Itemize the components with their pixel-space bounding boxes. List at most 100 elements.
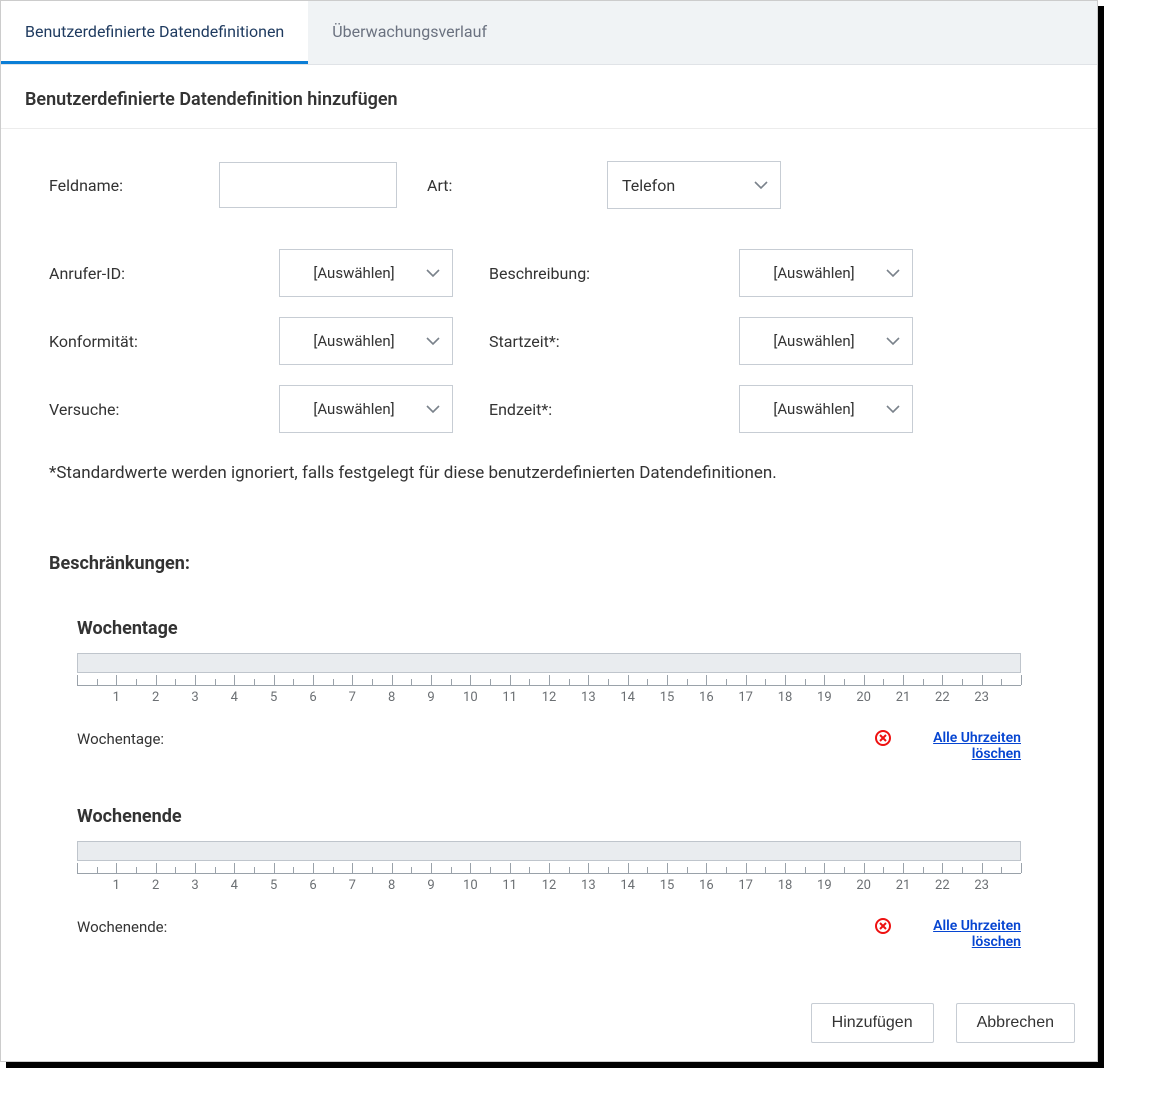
select-value: [Auswählen] (773, 332, 854, 350)
conformity-label: Konformität: (49, 332, 249, 351)
hour-label: 23 (974, 878, 989, 893)
hour-label: 6 (309, 690, 316, 705)
hour-label: 16 (699, 690, 714, 705)
hour-label: 11 (502, 690, 517, 705)
hour-label: 20 (856, 878, 871, 893)
hour-label: 2 (152, 690, 159, 705)
tab-bar: Benutzerdefinierte Datendefinitionen Übe… (1, 1, 1097, 65)
hour-label: 4 (231, 690, 238, 705)
select-value: [Auswählen] (313, 332, 394, 350)
footer-buttons: Hinzufügen Abbrechen (811, 1003, 1075, 1043)
select-value: [Auswählen] (773, 264, 854, 282)
hour-label: 13 (581, 878, 596, 893)
hour-label: 10 (463, 878, 478, 893)
weekdays-heading: Wochentage (77, 618, 1021, 639)
conformity-select[interactable]: [Auswählen] (279, 317, 453, 365)
weekend-footer-label: Wochenende: (77, 918, 167, 936)
restrictions-title: Beschränkungen: (49, 553, 1049, 574)
caller-id-label: Anrufer-ID: (49, 264, 249, 283)
weekdays-hour-labels: 1234567891011121314151617181920212223 (77, 690, 1021, 710)
hour-label: 4 (231, 878, 238, 893)
weekdays-ticks (77, 672, 1021, 686)
content-area: Benutzerdefinierte Datendefinition hinzu… (1, 65, 1097, 960)
hour-label: 10 (463, 690, 478, 705)
hour-label: 17 (738, 690, 753, 705)
type-label: Art: (427, 176, 487, 195)
hour-label: 22 (935, 878, 950, 893)
weekend-ticks (77, 860, 1021, 874)
hour-label: 12 (542, 878, 557, 893)
hour-label: 12 (542, 690, 557, 705)
weekend-heading: Wochenende (77, 806, 1021, 827)
weekdays-delete-all-link[interactable]: Alle Uhrzeiten löschen (901, 730, 1021, 762)
hour-label: 21 (896, 878, 911, 893)
fieldname-input[interactable] (219, 162, 397, 208)
weekend-hour-labels: 1234567891011121314151617181920212223 (77, 878, 1021, 898)
start-time-label: Startzeit*: (489, 332, 709, 351)
defaults-note: *Standardwerte werden ignoriert, falls f… (49, 463, 1049, 483)
tab-label: Überwachungsverlauf (332, 22, 487, 41)
type-select-value: Telefon (622, 176, 675, 195)
weekend-block: Wochenende 12345678910111213141516171819… (49, 806, 1049, 950)
weekend-track[interactable] (77, 841, 1021, 861)
select-grid: Anrufer-ID: [Auswählen] Beschreibung: [A… (49, 249, 1049, 433)
hour-label: 20 (856, 690, 871, 705)
select-value: [Auswählen] (313, 400, 394, 418)
hour-label: 9 (427, 690, 434, 705)
fieldname-label: Feldname: (49, 176, 219, 195)
end-time-label: Endzeit*: (489, 400, 709, 419)
hour-label: 17 (738, 878, 753, 893)
attempts-select[interactable]: [Auswählen] (279, 385, 453, 433)
end-time-select[interactable]: [Auswählen] (739, 385, 913, 433)
delete-icon (875, 730, 891, 746)
hour-label: 22 (935, 690, 950, 705)
chevron-down-icon (886, 268, 900, 278)
hour-label: 18 (778, 878, 793, 893)
hour-label: 15 (660, 690, 675, 705)
hour-label: 3 (191, 878, 198, 893)
hour-label: 14 (620, 878, 635, 893)
hour-label: 9 (427, 878, 434, 893)
tab-custom-data-definitions[interactable]: Benutzerdefinierte Datendefinitionen (1, 1, 308, 64)
add-button[interactable]: Hinzufügen (811, 1003, 934, 1043)
hour-label: 2 (152, 878, 159, 893)
weekend-delete-all-link[interactable]: Alle Uhrzeiten löschen (901, 918, 1021, 950)
hour-label: 8 (388, 690, 395, 705)
delete-icon (875, 918, 891, 934)
description-label: Beschreibung: (489, 264, 709, 283)
description-select[interactable]: [Auswählen] (739, 249, 913, 297)
start-time-select[interactable]: [Auswählen] (739, 317, 913, 365)
caller-id-select[interactable]: [Auswählen] (279, 249, 453, 297)
type-select[interactable]: Telefon (607, 161, 781, 209)
chevron-down-icon (426, 336, 440, 346)
hour-label: 5 (270, 690, 277, 705)
chevron-down-icon (886, 336, 900, 346)
hour-label: 3 (191, 690, 198, 705)
chevron-down-icon (754, 180, 768, 190)
select-value: [Auswählen] (773, 400, 854, 418)
chevron-down-icon (886, 404, 900, 414)
weekdays-track[interactable] (77, 653, 1021, 673)
weekdays-block: Wochentage 12345678910111213141516171819… (49, 618, 1049, 762)
cancel-button[interactable]: Abbrechen (956, 1003, 1075, 1043)
hour-label: 19 (817, 878, 832, 893)
hour-label: 11 (502, 878, 517, 893)
chevron-down-icon (426, 268, 440, 278)
hour-label: 5 (270, 878, 277, 893)
select-value: [Auswählen] (313, 264, 394, 282)
hour-label: 23 (974, 690, 989, 705)
hour-label: 6 (309, 878, 316, 893)
weekdays-footer-label: Wochentage: (77, 730, 164, 748)
tab-label: Benutzerdefinierte Datendefinitionen (25, 22, 284, 41)
hour-label: 14 (620, 690, 635, 705)
hour-label: 15 (660, 878, 675, 893)
hour-label: 7 (349, 690, 356, 705)
hour-label: 8 (388, 878, 395, 893)
hour-label: 7 (349, 878, 356, 893)
hour-label: 1 (113, 878, 120, 893)
app-frame: Benutzerdefinierte Datendefinitionen Übe… (0, 0, 1098, 1062)
hour-label: 21 (896, 690, 911, 705)
tab-monitoring-history[interactable]: Überwachungsverlauf (308, 1, 511, 64)
hour-label: 13 (581, 690, 596, 705)
attempts-label: Versuche: (49, 400, 249, 419)
